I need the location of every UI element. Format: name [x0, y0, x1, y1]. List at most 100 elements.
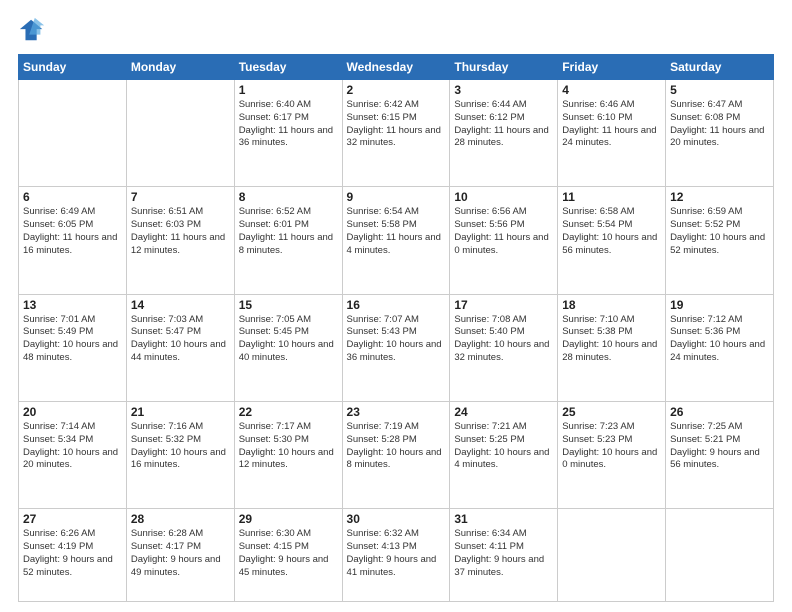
- cell-content: Sunrise: 6:26 AMSunset: 4:19 PMDaylight:…: [23, 528, 122, 579]
- day-number: 11: [562, 190, 661, 204]
- calendar-table: SundayMondayTuesdayWednesdayThursdayFrid…: [18, 54, 774, 602]
- sunset-text: Sunset: 5:28 PM: [347, 434, 446, 447]
- sunrise-text: Sunrise: 6:49 AM: [23, 206, 122, 219]
- calendar-cell: 1 Sunrise: 6:40 AMSunset: 6:17 PMDaylight…: [234, 80, 342, 187]
- sunrise-text: Sunrise: 6:42 AM: [347, 99, 446, 112]
- daylight-text: Daylight: 10 hours and 0 minutes.: [562, 447, 661, 473]
- cell-content: Sunrise: 6:52 AMSunset: 6:01 PMDaylight:…: [239, 206, 338, 257]
- calendar-cell: 15Sunrise: 7:05 AMSunset: 5:45 PMDayligh…: [234, 294, 342, 401]
- weekday-header: Thursday: [450, 55, 558, 80]
- calendar-cell: 11Sunrise: 6:58 AMSunset: 5:54 PMDayligh…: [558, 187, 666, 294]
- cell-content: Sunrise: 6:40 AMSunset: 6:17 PMDaylight:…: [239, 99, 338, 150]
- daylight-text: Daylight: 10 hours and 20 minutes.: [23, 447, 122, 473]
- calendar-cell: 18 Sunrise: 7:10 AMSunset: 5:38 PMDayligh…: [558, 294, 666, 401]
- daylight-text: Daylight: 11 hours and 24 minutes.: [562, 125, 661, 151]
- sunrise-text: Sunrise: 7:07 AM: [347, 314, 446, 327]
- cell-content: Sunrise: 7:07 AMSunset: 5:43 PMDaylight:…: [347, 314, 446, 365]
- day-number: 12: [670, 190, 769, 204]
- daylight-text: Daylight: 10 hours and 56 minutes.: [562, 232, 661, 258]
- daylight-text: Daylight: 10 hours and 12 minutes.: [239, 447, 338, 473]
- logo-icon: [18, 16, 46, 44]
- sunset-text: Sunset: 5:32 PM: [131, 434, 230, 447]
- calendar-cell: 23Sunrise: 7:19 AMSunset: 5:28 PMDayligh…: [342, 401, 450, 508]
- daylight-text: Daylight: 10 hours and 8 minutes.: [347, 447, 446, 473]
- daylight-text: Daylight: 11 hours and 36 minutes.: [239, 125, 338, 151]
- calendar-cell: 26 Sunrise: 7:25 AMSunset: 5:21 PMDayligh…: [666, 401, 774, 508]
- sunset-text: Sunset: 6:03 PM: [131, 219, 230, 232]
- sunset-text: Sunset: 4:19 PM: [23, 541, 122, 554]
- calendar-cell: 17Sunrise: 7:08 AMSunset: 5:40 PMDayligh…: [450, 294, 558, 401]
- sunrise-text: Sunrise: 7:16 AM: [131, 421, 230, 434]
- sunset-text: Sunset: 5:45 PM: [239, 326, 338, 339]
- daylight-text: Daylight: 11 hours and 4 minutes.: [347, 232, 446, 258]
- sunrise-text: Sunrise: 6:58 AM: [562, 206, 661, 219]
- calendar-cell: 14 Sunrise: 7:03 AMSunset: 5:47 PMDayligh…: [126, 294, 234, 401]
- sunset-text: Sunset: 5:36 PM: [670, 326, 769, 339]
- day-number: 4: [562, 83, 661, 97]
- sunrise-text: Sunrise: 7:23 AM: [562, 421, 661, 434]
- sunrise-text: Sunrise: 6:56 AM: [454, 206, 553, 219]
- daylight-text: Daylight: 9 hours and 49 minutes.: [131, 554, 230, 580]
- sunset-text: Sunset: 6:10 PM: [562, 112, 661, 125]
- calendar-cell: 16 Sunrise: 7:07 AMSunset: 5:43 PMDayligh…: [342, 294, 450, 401]
- cell-content: Sunrise: 7:12 AMSunset: 5:36 PMDaylight:…: [670, 314, 769, 365]
- daylight-text: Daylight: 10 hours and 36 minutes.: [347, 339, 446, 365]
- sunrise-text: Sunrise: 7:03 AM: [131, 314, 230, 327]
- day-number: 8: [239, 190, 338, 204]
- day-number: 9: [347, 190, 446, 204]
- sunrise-text: Sunrise: 6:28 AM: [131, 528, 230, 541]
- cell-content: Sunrise: 6:42 AMSunset: 6:15 PMDaylight:…: [347, 99, 446, 150]
- day-number: 27: [23, 512, 122, 526]
- cell-content: Sunrise: 7:21 AMSunset: 5:25 PMDaylight:…: [454, 421, 553, 472]
- cell-content: Sunrise: 7:10 AMSunset: 5:38 PMDaylight:…: [562, 314, 661, 365]
- cell-content: Sunrise: 7:03 AMSunset: 5:47 PMDaylight:…: [131, 314, 230, 365]
- calendar-cell: 24Sunrise: 7:21 AMSunset: 5:25 PMDayligh…: [450, 401, 558, 508]
- sunset-text: Sunset: 4:15 PM: [239, 541, 338, 554]
- sunset-text: Sunset: 5:49 PM: [23, 326, 122, 339]
- weekday-header: Saturday: [666, 55, 774, 80]
- sunset-text: Sunset: 6:17 PM: [239, 112, 338, 125]
- cell-content: Sunrise: 7:19 AMSunset: 5:28 PMDaylight:…: [347, 421, 446, 472]
- sunrise-text: Sunrise: 6:59 AM: [670, 206, 769, 219]
- day-number: 20: [23, 405, 122, 419]
- cell-content: Sunrise: 7:25 AMSunset: 5:21 PMDaylight:…: [670, 421, 769, 472]
- calendar-cell: 28Sunrise: 6:28 AMSunset: 4:17 PMDayligh…: [126, 509, 234, 602]
- calendar-cell: 7Sunrise: 6:51 AMSunset: 6:03 PMDaylight…: [126, 187, 234, 294]
- calendar-cell: 25Sunrise: 7:23 AMSunset: 5:23 PMDayligh…: [558, 401, 666, 508]
- logo: [18, 16, 50, 44]
- sunrise-text: Sunrise: 6:46 AM: [562, 99, 661, 112]
- day-number: 18: [562, 298, 661, 312]
- daylight-text: Daylight: 11 hours and 16 minutes.: [23, 232, 122, 258]
- day-number: 21: [131, 405, 230, 419]
- cell-content: Sunrise: 7:01 AMSunset: 5:49 PMDaylight:…: [23, 314, 122, 365]
- day-number: 17: [454, 298, 553, 312]
- calendar-cell: 9Sunrise: 6:54 AMSunset: 5:58 PMDaylight…: [342, 187, 450, 294]
- daylight-text: Daylight: 11 hours and 8 minutes.: [239, 232, 338, 258]
- sunrise-text: Sunrise: 7:05 AM: [239, 314, 338, 327]
- cell-content: Sunrise: 6:32 AMSunset: 4:13 PMDaylight:…: [347, 528, 446, 579]
- cell-content: Sunrise: 7:05 AMSunset: 5:45 PMDaylight:…: [239, 314, 338, 365]
- sunset-text: Sunset: 6:15 PM: [347, 112, 446, 125]
- calendar-cell: 27 Sunrise: 6:26 AMSunset: 4:19 PMDayligh…: [19, 509, 127, 602]
- day-number: 19: [670, 298, 769, 312]
- day-number: 16: [347, 298, 446, 312]
- sunset-text: Sunset: 4:13 PM: [347, 541, 446, 554]
- daylight-text: Daylight: 11 hours and 12 minutes.: [131, 232, 230, 258]
- day-number: 26: [670, 405, 769, 419]
- day-number: 14: [131, 298, 230, 312]
- day-number: 1: [239, 83, 338, 97]
- calendar-cell: 8 Sunrise: 6:52 AMSunset: 6:01 PMDaylight…: [234, 187, 342, 294]
- cell-content: Sunrise: 6:44 AMSunset: 6:12 PMDaylight:…: [454, 99, 553, 150]
- sunrise-text: Sunrise: 7:08 AM: [454, 314, 553, 327]
- day-number: 5: [670, 83, 769, 97]
- calendar-cell: 6Sunrise: 6:49 AMSunset: 6:05 PMDaylight…: [19, 187, 127, 294]
- calendar-cell: 10Sunrise: 6:56 AMSunset: 5:56 PMDayligh…: [450, 187, 558, 294]
- sunset-text: Sunset: 4:11 PM: [454, 541, 553, 554]
- week-row: 27 Sunrise: 6:26 AMSunset: 4:19 PMDayligh…: [19, 509, 774, 602]
- calendar-cell: [666, 509, 774, 602]
- sunrise-text: Sunrise: 7:17 AM: [239, 421, 338, 434]
- sunrise-text: Sunrise: 7:01 AM: [23, 314, 122, 327]
- calendar-cell: [558, 509, 666, 602]
- sunset-text: Sunset: 6:01 PM: [239, 219, 338, 232]
- page: SundayMondayTuesdayWednesdayThursdayFrid…: [0, 0, 792, 612]
